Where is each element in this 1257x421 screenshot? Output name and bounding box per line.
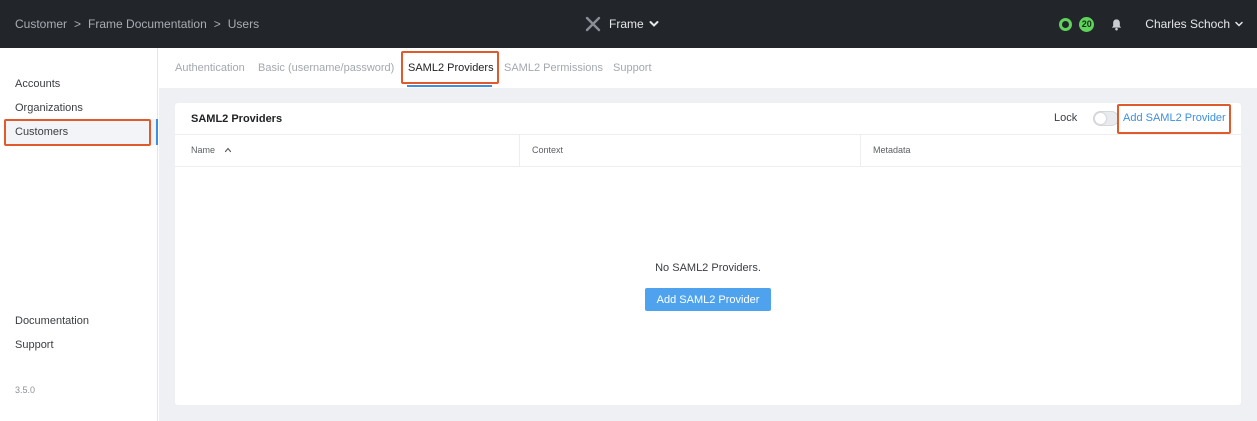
column-divider <box>519 135 520 167</box>
breadcrumb-frame-documentation[interactable]: Frame Documentation <box>88 17 207 31</box>
main-content: Authentication Basic (username/password)… <box>159 48 1257 421</box>
toggle-knob <box>1095 113 1106 124</box>
frame-logo-icon <box>585 16 601 32</box>
card-header: SAML2 Providers Lock Add SAML2 Provider <box>175 103 1241 135</box>
lock-toggle[interactable] <box>1093 111 1119 126</box>
sidebar-item-customers[interactable]: Customers <box>15 126 68 138</box>
sidebar-item-accounts[interactable]: Accounts <box>15 78 60 90</box>
tab-bar: Authentication Basic (username/password)… <box>159 48 1257 88</box>
tab-basic[interactable]: Basic (username/password) <box>258 62 394 74</box>
app-version: 3.5.0 <box>15 385 36 395</box>
saml2-providers-card: SAML2 Providers Lock Add SAML2 Provider … <box>175 103 1241 405</box>
breadcrumb-separator: > <box>74 17 82 31</box>
sidebar-item-documentation[interactable]: Documentation <box>15 315 89 327</box>
user-name: Charles Schoch <box>1145 17 1230 31</box>
sidebar-item-support[interactable]: Support <box>15 339 54 351</box>
bell-icon[interactable] <box>1110 18 1123 31</box>
active-tab-underline <box>407 85 492 87</box>
chevron-down-icon <box>649 21 659 27</box>
tab-saml2-providers[interactable]: SAML2 Providers <box>408 62 494 74</box>
tab-saml2-permissions[interactable]: SAML2 Permissions <box>504 62 603 74</box>
sidebar: Accounts Organizations Customers Documen… <box>0 48 158 421</box>
column-metadata-header[interactable]: Metadata <box>873 145 911 155</box>
status-ring-icon[interactable] <box>1059 17 1073 31</box>
sort-ascending-icon[interactable] <box>224 146 232 154</box>
breadcrumb-users: Users <box>227 17 260 31</box>
column-name-label: Name <box>191 145 216 155</box>
column-context-header[interactable]: Context <box>532 145 563 155</box>
table-header: Name Context Metadata <box>175 135 1241 167</box>
chevron-down-icon <box>1235 21 1243 27</box>
column-name-header[interactable]: Name <box>191 145 232 155</box>
notification-count-badge[interactable]: 20 <box>1079 16 1095 32</box>
lock-label: Lock <box>1054 112 1078 124</box>
top-bar: Customer > Frame Documentation > Users F… <box>0 0 1257 48</box>
tab-authentication[interactable]: Authentication <box>175 62 245 74</box>
card-title: SAML2 Providers <box>191 113 283 125</box>
sidebar-active-indicator <box>156 119 158 145</box>
breadcrumb-separator: > <box>213 17 221 31</box>
column-divider <box>860 135 861 167</box>
sidebar-item-organizations[interactable]: Organizations <box>15 102 83 114</box>
breadcrumb-customer[interactable]: Customer <box>15 17 67 31</box>
breadcrumb: Customer > Frame Documentation > Users <box>15 0 259 48</box>
add-saml2-provider-button[interactable]: Add SAML2 Provider <box>645 288 771 311</box>
brand-name: Frame <box>609 17 644 31</box>
brand-switcher[interactable]: Frame <box>585 0 659 48</box>
add-saml2-provider-link[interactable]: Add SAML2 Provider <box>1123 112 1226 124</box>
empty-state-message: No SAML2 Providers. <box>655 262 761 274</box>
tab-support[interactable]: Support <box>613 62 652 74</box>
top-right-controls: 20 Charles Schoch <box>1059 0 1243 48</box>
user-menu[interactable]: Charles Schoch <box>1145 17 1230 31</box>
